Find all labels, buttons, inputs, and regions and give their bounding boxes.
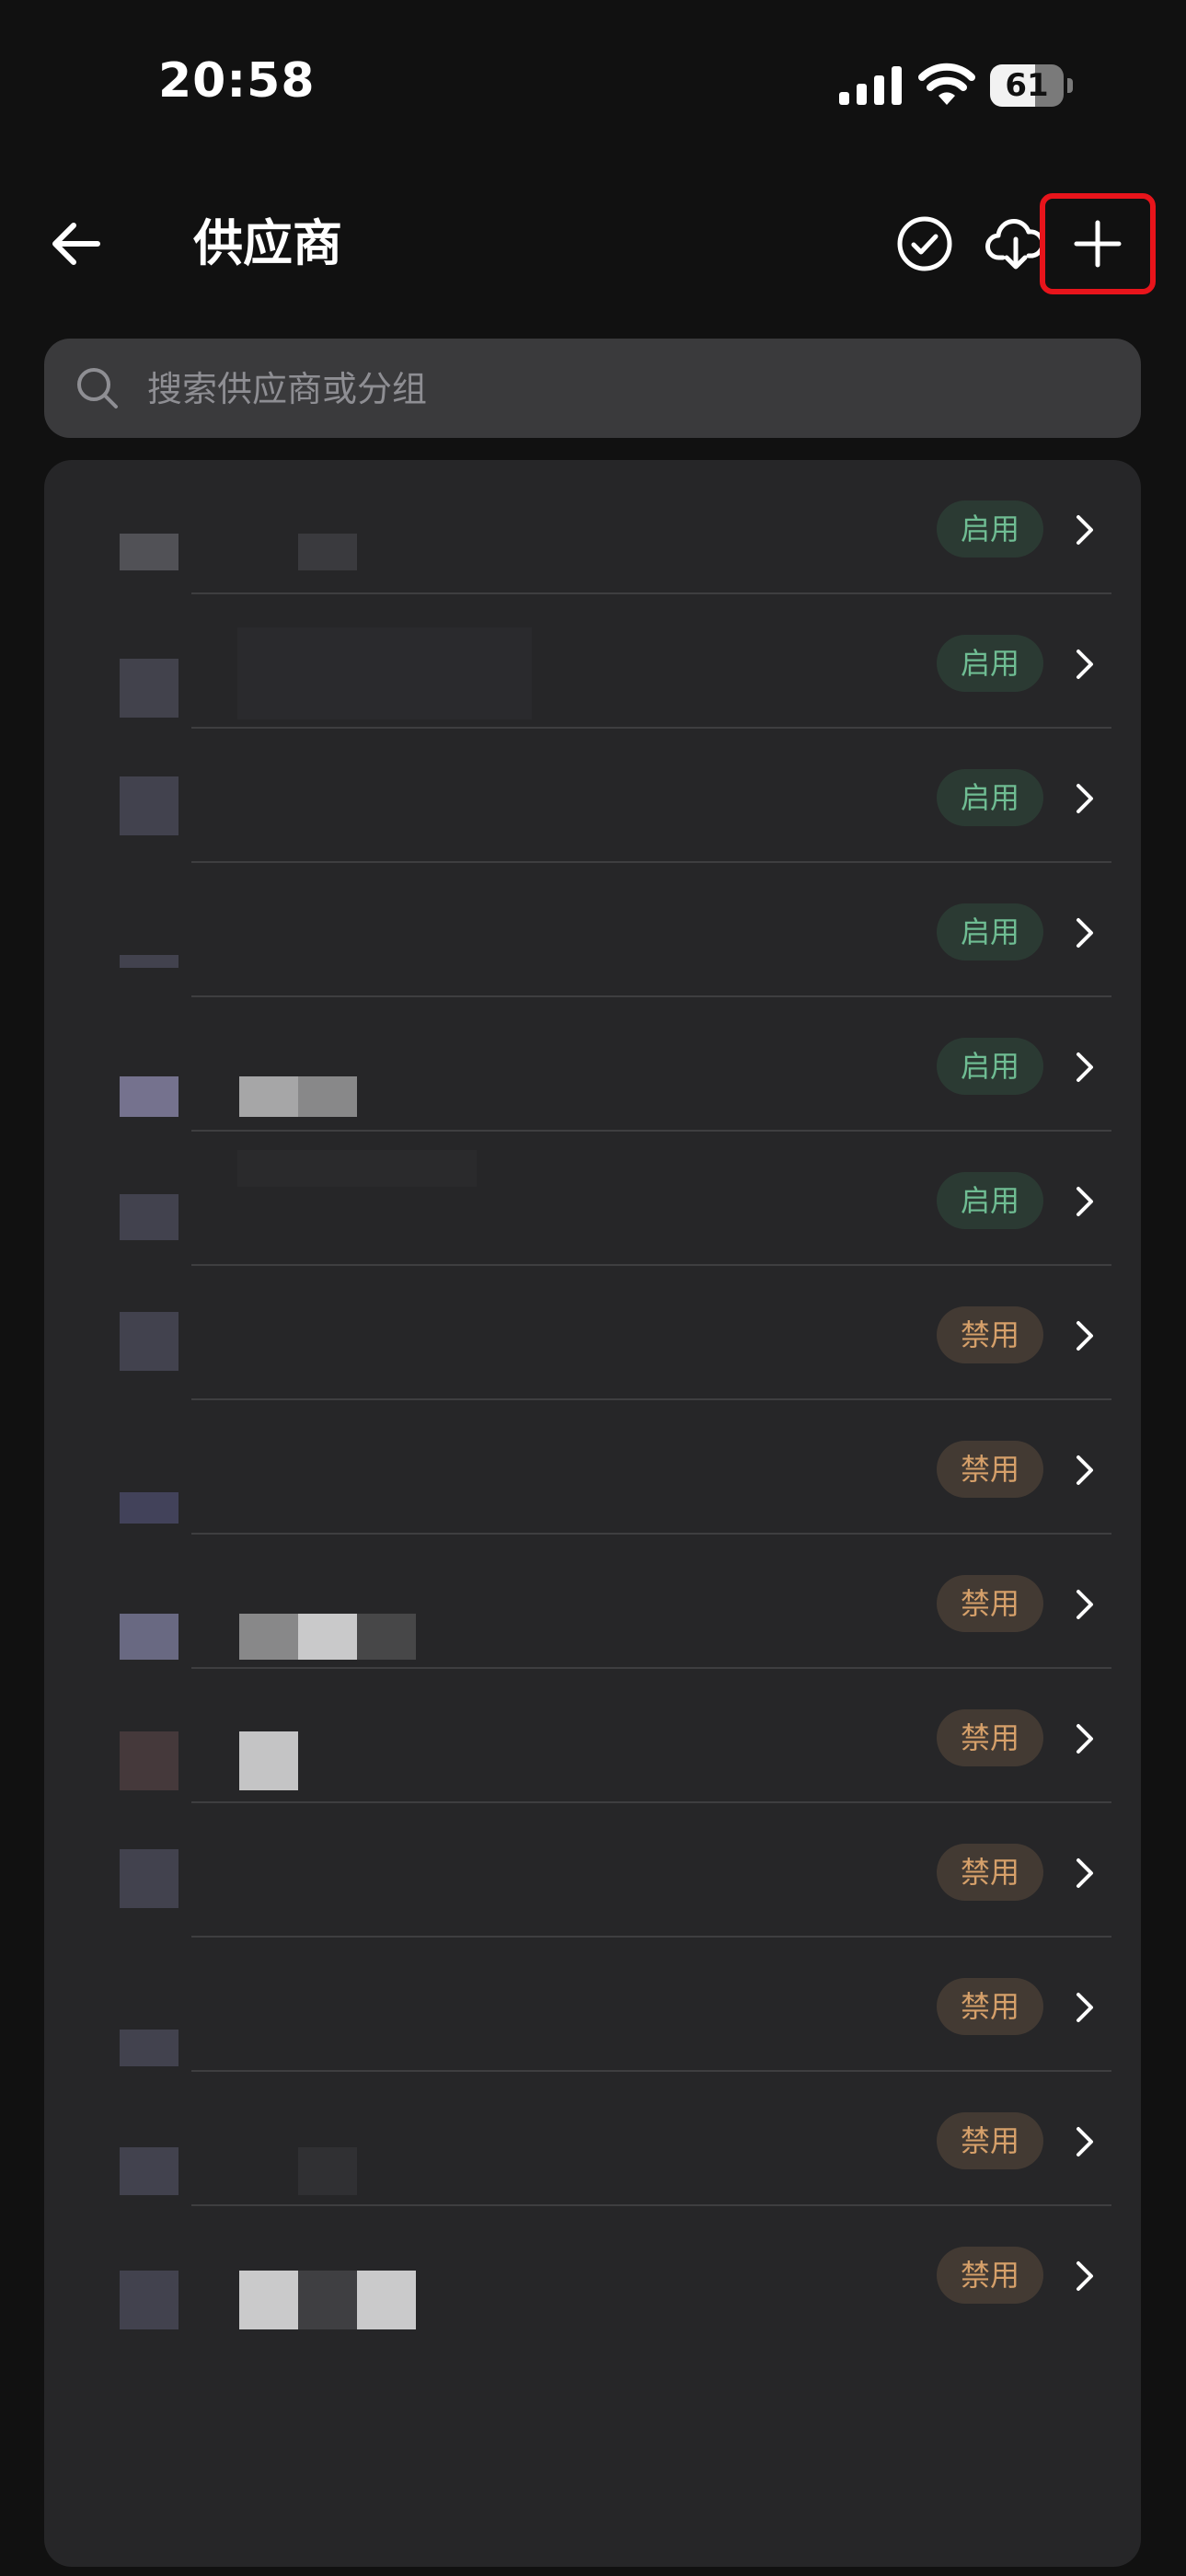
- list-item[interactable]: 启用: [44, 594, 1141, 729]
- provider-avatar: [120, 1312, 178, 1371]
- status-badge: 禁用: [937, 1978, 1043, 2035]
- provider-avatar: [120, 1194, 178, 1240]
- chevron-right-icon: [1077, 2127, 1093, 2156]
- status-time: 20:58: [158, 53, 316, 109]
- search-icon: [77, 368, 118, 408]
- list-item[interactable]: 禁用: [44, 1400, 1141, 1535]
- nav-bar: 供应商: [0, 184, 1186, 304]
- list-item[interactable]: 禁用: [44, 1266, 1141, 1400]
- status-badge: 禁用: [937, 1709, 1043, 1766]
- list-item[interactable]: 启用: [44, 729, 1141, 863]
- battery-level: 61: [1005, 67, 1049, 104]
- status-badge: 启用: [937, 903, 1043, 960]
- status-badge: 禁用: [937, 1575, 1043, 1632]
- list-item[interactable]: 启用: [44, 460, 1141, 594]
- battery-tip: [1067, 78, 1073, 93]
- chevron-right-icon: [1077, 2261, 1093, 2291]
- redacted-name: [298, 534, 357, 570]
- list-item[interactable]: 启用: [44, 863, 1141, 997]
- check-circle-icon[interactable]: [892, 212, 957, 276]
- status-badge: 启用: [937, 1172, 1043, 1229]
- chevron-right-icon: [1077, 1052, 1093, 1082]
- provider-avatar: [120, 534, 178, 570]
- chevron-right-icon: [1077, 1724, 1093, 1754]
- provider-avatar: [120, 1849, 178, 1908]
- wifi-icon: [918, 63, 975, 105]
- list-item[interactable]: 禁用: [44, 1803, 1141, 1938]
- plus-icon: [1074, 220, 1122, 268]
- status-badge: 禁用: [937, 2247, 1043, 2304]
- provider-list: 启用 启用 启用 启用 启用 启用 禁用 禁用 禁用 禁用 禁用 禁用 禁用 禁…: [44, 460, 1141, 2567]
- provider-avatar: [120, 1614, 178, 1660]
- redacted-name: [239, 1731, 298, 1790]
- chevron-right-icon: [1077, 1590, 1093, 1619]
- signal-icon: [839, 66, 902, 105]
- provider-avatar: [120, 955, 178, 968]
- search-input[interactable]: [145, 339, 1124, 440]
- chevron-right-icon: [1077, 1993, 1093, 2022]
- chevron-right-icon: [1077, 1455, 1093, 1485]
- redacted-name: [298, 2271, 357, 2329]
- list-item[interactable]: 禁用: [44, 1938, 1141, 2072]
- redacted-name: [237, 1150, 477, 1187]
- chevron-right-icon: [1077, 1187, 1093, 1216]
- list-item[interactable]: 禁用: [44, 2072, 1141, 2206]
- add-provider-button[interactable]: [1040, 193, 1156, 294]
- list-item[interactable]: 禁用: [44, 2206, 1141, 2340]
- list-item[interactable]: 启用: [44, 1132, 1141, 1266]
- chevron-right-icon: [1077, 1321, 1093, 1351]
- status-badge: 启用: [937, 769, 1043, 826]
- chevron-right-icon: [1077, 650, 1093, 679]
- provider-avatar: [120, 1492, 178, 1524]
- status-badge: 禁用: [937, 1441, 1043, 1498]
- battery-icon: 61: [990, 64, 1073, 107]
- provider-avatar: [120, 2147, 178, 2195]
- redacted-name: [357, 1614, 416, 1660]
- chevron-right-icon: [1077, 918, 1093, 948]
- status-bar: 20:58 61: [0, 0, 1186, 175]
- list-item[interactable]: 启用: [44, 997, 1141, 1132]
- provider-avatar: [120, 1731, 178, 1790]
- status-badge: 禁用: [937, 1844, 1043, 1901]
- chevron-right-icon: [1077, 784, 1093, 813]
- redacted-name: [239, 2271, 298, 2329]
- redacted-name: [239, 1614, 298, 1660]
- list-item[interactable]: 禁用: [44, 1535, 1141, 1669]
- chevron-right-icon: [1077, 515, 1093, 545]
- status-badge: 启用: [937, 635, 1043, 692]
- provider-avatar: [120, 659, 178, 718]
- provider-avatar: [120, 2271, 178, 2329]
- cloud-download-icon[interactable]: [983, 212, 1047, 276]
- redacted-name: [357, 2271, 416, 2329]
- redacted-name: [237, 627, 532, 719]
- list-item[interactable]: 禁用: [44, 1669, 1141, 1803]
- chevron-right-icon: [1077, 1858, 1093, 1888]
- provider-avatar: [120, 2030, 178, 2066]
- arrow-left-icon[interactable]: [44, 212, 109, 276]
- status-badge: 启用: [937, 500, 1043, 558]
- search-bar[interactable]: [44, 339, 1141, 440]
- provider-avatar: [120, 776, 178, 835]
- status-badge: 启用: [937, 1038, 1043, 1095]
- redacted-name: [298, 1076, 357, 1117]
- status-badge: 禁用: [937, 2112, 1043, 2169]
- status-badge: 禁用: [937, 1306, 1043, 1363]
- provider-avatar: [120, 1076, 178, 1117]
- page-title: 供应商: [193, 214, 342, 272]
- redacted-name: [298, 1614, 357, 1660]
- redacted-name: [239, 1076, 298, 1117]
- redacted-name: [298, 2147, 357, 2195]
